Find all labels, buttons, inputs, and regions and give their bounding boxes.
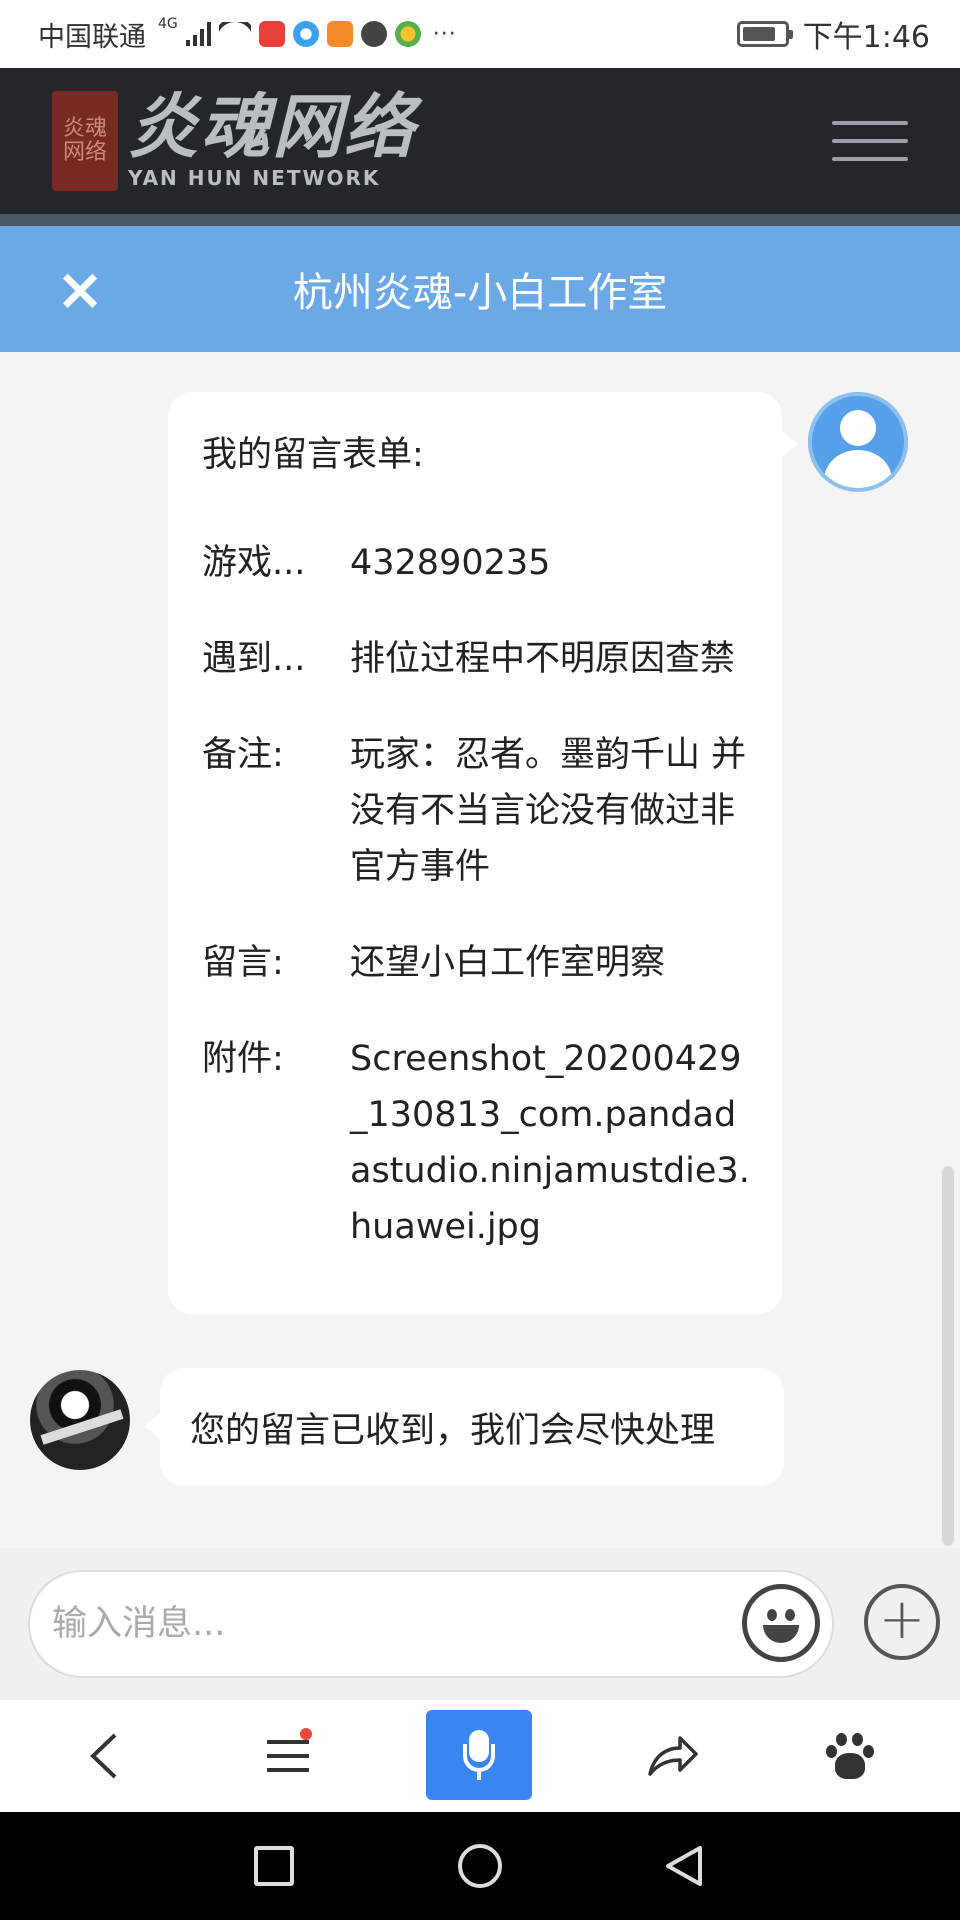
input-bar: + (0, 1548, 960, 1700)
carrier-name: 中国联通 (38, 21, 146, 53)
form-value: 排位过程中不明原因查禁 (350, 639, 736, 679)
battery-icon (736, 21, 793, 47)
plus-icon[interactable]: + (864, 1584, 940, 1660)
hamburger-menu-icon[interactable] (832, 121, 908, 161)
message-input-wrapper (28, 1570, 834, 1678)
browser-menu-icon[interactable] (244, 1700, 332, 1812)
emoji-icon[interactable] (742, 1584, 820, 1662)
form-row-remark: 备注: 玩家：忍者。墨韵千山 并没有不当言论没有做过非官方事件 (202, 727, 752, 895)
chat-area[interactable]: 我的留言表单: 游戏... 432890235 遇到... 排位过程中不明原因查… (0, 352, 960, 1548)
chat-title: 杭州炎魂-小白工作室 (292, 270, 668, 316)
header-divider (0, 214, 960, 226)
form-value: 玩家：忍者。墨韵千山 并没有不当言论没有做过非官方事件 (350, 735, 747, 887)
form-row-problem: 遇到... 排位过程中不明原因查禁 (202, 631, 752, 687)
form-row-game-id: 游戏... 432890235 (202, 535, 752, 591)
close-icon[interactable]: × (52, 260, 108, 318)
form-value: 432890235 (350, 543, 551, 583)
logo-text-cn: 炎魂网络 (128, 85, 416, 168)
baidu-icon[interactable] (806, 1700, 894, 1812)
site-logo[interactable]: 炎魂 网络 炎魂网络 YAN HUN NETWORK (52, 91, 416, 191)
browser-toolbar (0, 1700, 960, 1812)
reply-text: 您的留言已收到，我们会尽快处理 (190, 1410, 716, 1451)
attachment-link[interactable]: Screenshot_20200429_130813_com.pandadast… (350, 1031, 752, 1255)
status-bar: 中国联通 4G ··· 下午1:46 (0, 0, 960, 68)
form-row-attachment: 附件: Screenshot_20200429_130813_com.panda… (202, 1031, 752, 1255)
wifi-icon (218, 22, 251, 46)
signal-icon (185, 22, 211, 46)
home-icon[interactable] (458, 1844, 502, 1888)
form-label: 游戏... (202, 543, 306, 583)
chat-title-bar: × 杭州炎魂-小白工作室 (0, 226, 960, 352)
form-title: 我的留言表单: (202, 435, 424, 475)
logo-text: 炎魂网络 YAN HUN NETWORK (128, 85, 416, 191)
site-header: 炎魂 网络 炎魂网络 YAN HUN NETWORK (0, 68, 960, 214)
system-nav-bar (0, 1812, 960, 1920)
more-notifications: ··· (432, 21, 457, 47)
agent-avatar (30, 1370, 130, 1470)
form-label: 遇到... (202, 639, 306, 679)
game-app-icon (394, 21, 421, 47)
form-label: 附件: (202, 1039, 284, 1079)
form-row-message: 留言: 还望小白工作室明察 (202, 935, 752, 991)
status-left: 中国联通 4G ··· (38, 15, 457, 54)
message-input[interactable] (52, 1604, 692, 1644)
message-app-icon (360, 21, 387, 47)
logo-text-en: YAN HUN NETWORK (128, 166, 381, 190)
share-icon[interactable] (628, 1700, 716, 1812)
reply-message-bubble: 您的留言已收到，我们会尽快处理 (144, 1368, 784, 1486)
logo-seal: 炎魂 网络 (52, 91, 118, 191)
chat-scrollbar[interactable] (942, 1166, 954, 1546)
browser-app-icon (292, 21, 319, 47)
browser-back-icon[interactable] (60, 1700, 148, 1812)
form-value: 还望小白工作室明察 (350, 943, 666, 983)
video-app-icon (326, 21, 353, 47)
form-label: 留言: (202, 943, 284, 983)
microphone-icon[interactable] (426, 1710, 532, 1800)
form-label: 备注: (202, 735, 284, 775)
notification-dot (300, 1728, 312, 1740)
network-type: 4G (158, 16, 178, 32)
form-message-bubble: 我的留言表单: 游戏... 432890235 遇到... 排位过程中不明原因查… (168, 392, 798, 1314)
toutiao-app-icon (258, 21, 285, 47)
user-avatar (808, 392, 908, 492)
recent-apps-icon[interactable] (254, 1846, 294, 1886)
status-right: 下午1:46 (736, 12, 930, 56)
clock: 下午1:46 (802, 20, 930, 55)
back-icon[interactable] (662, 1844, 706, 1888)
